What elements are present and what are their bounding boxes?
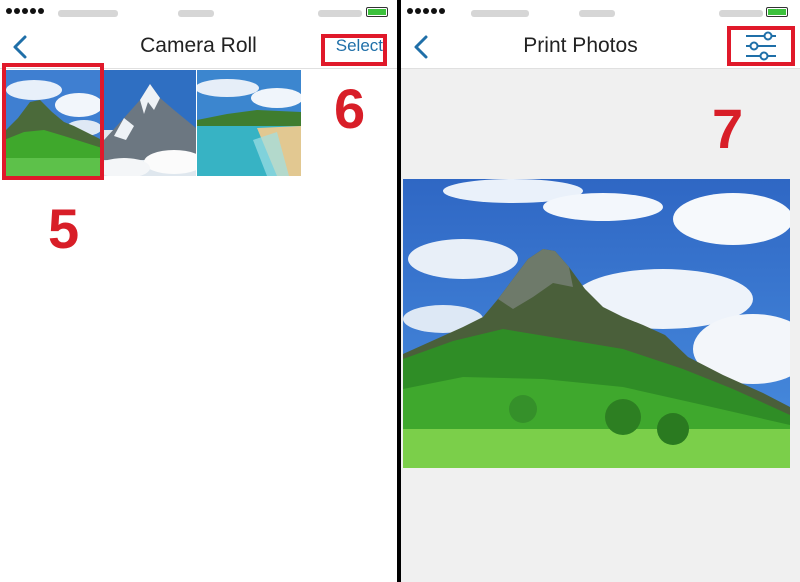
photo-thumbnail[interactable] xyxy=(104,70,202,176)
camera-roll-screen: Camera Roll Select 5 6 xyxy=(0,0,397,582)
status-icons-blur xyxy=(318,10,362,17)
battery-icon xyxy=(366,7,388,17)
carrier-blur xyxy=(58,10,118,17)
time-blur xyxy=(579,10,615,17)
page-title: Print Photos xyxy=(523,34,638,57)
snowy-peak-photo xyxy=(104,70,202,176)
battery-icon xyxy=(766,7,788,17)
carrier-blur xyxy=(471,10,529,17)
highlight-box-first-photo xyxy=(2,63,104,180)
step-number-7: 7 xyxy=(712,97,744,160)
time-blur xyxy=(178,10,214,17)
status-bar xyxy=(401,0,800,26)
photo-thumbnail[interactable] xyxy=(197,70,301,176)
print-photos-screen: Print Photos 7 xyxy=(401,0,800,582)
highlight-box-settings xyxy=(727,26,795,66)
signal-dots xyxy=(407,8,445,14)
beach-shore-photo xyxy=(197,70,301,176)
step-number-6: 6 xyxy=(334,77,366,140)
status-bar xyxy=(0,0,397,26)
mountain-preview-image xyxy=(403,179,790,468)
signal-dots xyxy=(6,8,44,14)
photo-preview[interactable] xyxy=(403,179,790,468)
step-number-5: 5 xyxy=(48,197,80,260)
status-icons-blur xyxy=(719,10,763,17)
highlight-box-select xyxy=(321,34,387,66)
